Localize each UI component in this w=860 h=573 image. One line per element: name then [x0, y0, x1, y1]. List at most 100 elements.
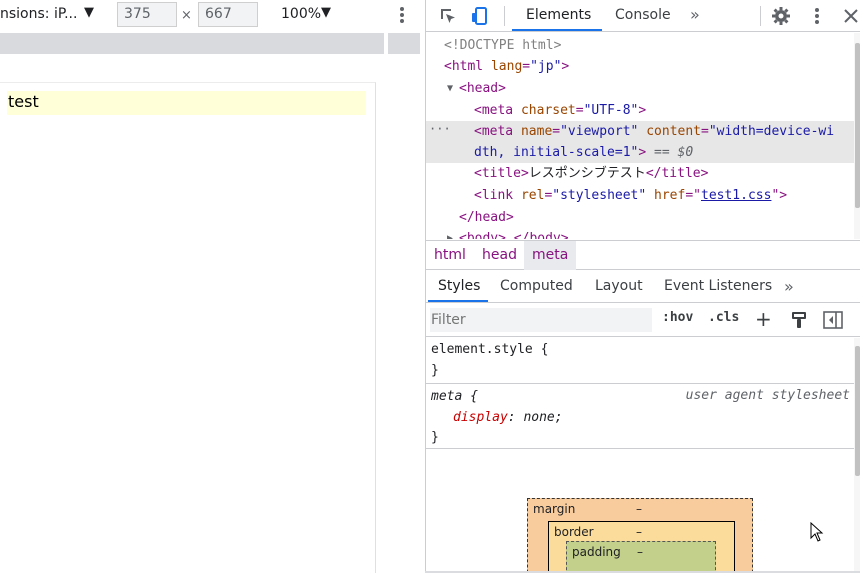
more-options-icon[interactable]	[393, 2, 411, 28]
stylesheet-link[interactable]: test1.css	[701, 188, 771, 203]
class-toggle-button[interactable]: .cls	[708, 310, 739, 325]
ellipsis-icon[interactable]: ···	[429, 119, 451, 140]
padding-value[interactable]: –	[637, 545, 643, 559]
tab-layout[interactable]: Layout	[595, 271, 643, 302]
dom-node-meta-charset[interactable]: <meta charset="UTF-8">	[426, 100, 856, 121]
tag-text: >	[638, 145, 647, 160]
css-property-name[interactable]: display	[453, 410, 508, 425]
attr-name: rel	[520, 188, 545, 203]
zoom-select[interactable]: 100%	[281, 6, 321, 22]
devtools-toolbar: Elements Console »	[426, 0, 860, 32]
dom-node-body[interactable]: ▶ <body> </body>	[426, 228, 856, 239]
attr-value: dth, initial-scale=1"	[474, 145, 639, 160]
breadcrumb-meta[interactable]: meta	[524, 241, 577, 270]
device-dropdown-icon[interactable]: ▼	[84, 5, 94, 20]
tag-text: <meta	[474, 124, 514, 139]
dom-node-link[interactable]: <link rel="stylesheet" href="test1.css">	[426, 185, 856, 206]
tab-styles[interactable]: Styles	[438, 271, 480, 302]
dom-tree[interactable]: <!DOCTYPE html> <html lang="jp"> ▼ <head…	[426, 33, 856, 239]
breadcrumb: html head meta	[426, 240, 860, 270]
gear-icon[interactable]	[769, 4, 793, 28]
dom-node-head-close[interactable]: </head>	[426, 207, 856, 228]
devtools-panel: Elements Console » <!DOCTYPE html> <html…	[425, 0, 860, 573]
css-property-value[interactable]: none;	[523, 410, 562, 425]
css-declaration[interactable]: display: none;	[453, 407, 563, 428]
device-select[interactable]: nsions: iP...	[0, 6, 77, 22]
box-model-margin[interactable]: margin – border – padding –	[527, 498, 753, 573]
page-text: test	[8, 92, 39, 111]
selected-marker: == $0	[654, 145, 694, 160]
tag-text: </body>	[513, 231, 569, 239]
tag-text: </title>	[645, 166, 709, 181]
more-tabs-icon[interactable]: »	[690, 0, 700, 32]
border-value[interactable]: –	[636, 525, 642, 539]
rule-selector[interactable]: meta {	[431, 386, 478, 407]
dom-scrollbar[interactable]	[854, 33, 860, 239]
inspect-element-icon[interactable]	[436, 4, 460, 28]
dom-scrollbar-thumb[interactable]	[855, 43, 860, 208]
paint-brush-icon[interactable]	[790, 310, 808, 330]
media-query-ruler-side[interactable]	[388, 33, 420, 54]
dom-node-html[interactable]: <html lang="jp">	[426, 56, 856, 77]
tag-text: <html	[444, 59, 484, 74]
media-query-bar	[0, 33, 425, 54]
attr-name: name	[520, 124, 553, 139]
width-input[interactable]: 375	[117, 2, 177, 27]
attr-name: charset	[520, 103, 576, 118]
rule-close-brace: }	[431, 430, 439, 445]
mouse-cursor-icon	[810, 521, 824, 542]
attr-name: lang	[490, 59, 523, 74]
emulated-page-area: nsions: iP... ▼ 375 × 667 100% ▼ test	[0, 0, 425, 573]
rule-selector[interactable]: element.style {	[431, 339, 548, 360]
height-input[interactable]: 667	[198, 2, 258, 27]
margin-value[interactable]: –	[636, 502, 642, 516]
styles-scrollbar-thumb[interactable]	[855, 346, 860, 476]
customize-menu-icon[interactable]	[805, 4, 829, 28]
border-label: border	[554, 525, 594, 539]
styles-filter-input[interactable]	[430, 308, 652, 332]
dom-node-title[interactable]: <title>レスポンシブテスト</title>	[426, 163, 856, 184]
padding-label: padding	[572, 545, 621, 559]
expand-triangle-icon[interactable]: ▼	[447, 78, 453, 99]
dom-node-meta-viewport-cont[interactable]: dth, initial-scale=1"> == $0	[426, 142, 856, 163]
styles-tabbar: Styles Computed Layout Event Listeners »	[426, 271, 860, 303]
attr-value: "viewport"	[560, 124, 639, 139]
collapse-triangle-icon[interactable]: ▶	[447, 228, 453, 239]
tag-text: <title>	[474, 166, 529, 181]
rule-source: user agent stylesheet	[685, 388, 850, 403]
media-query-ruler[interactable]	[0, 33, 384, 54]
tab-event-listeners[interactable]: Event Listeners	[664, 271, 772, 302]
box-model-padding[interactable]: padding –	[566, 541, 716, 573]
dom-node-doctype[interactable]: <!DOCTYPE html>	[426, 35, 856, 56]
active-tab-indicator	[512, 29, 602, 31]
hover-state-button[interactable]: :hov	[662, 310, 693, 325]
add-rule-icon[interactable]: +	[755, 307, 772, 331]
styles-scrollbar[interactable]	[854, 338, 860, 573]
tag-text: </head>	[459, 210, 514, 225]
tab-console[interactable]: Console	[615, 0, 671, 32]
tag-text: <meta	[474, 103, 514, 118]
more-tabs-icon[interactable]: »	[784, 271, 794, 302]
rule-meta[interactable]: meta { user agent stylesheet display: no…	[426, 385, 854, 449]
close-icon[interactable]	[839, 4, 860, 28]
device-toggle-icon[interactable]	[468, 4, 492, 28]
rule-close-brace: }	[431, 363, 439, 378]
box-model-border[interactable]: border – padding –	[548, 521, 735, 573]
toolbar-separator	[504, 6, 505, 26]
toggle-sidebar-icon[interactable]	[823, 311, 843, 329]
tag-text: <link	[474, 188, 514, 203]
margin-label: margin	[533, 502, 576, 516]
dom-node-meta-viewport[interactable]: ··· <meta name="viewport" content="width…	[426, 121, 856, 142]
breadcrumb-head[interactable]: head	[474, 241, 525, 270]
attr-value: "stylesheet"	[552, 188, 647, 203]
rule-element-style[interactable]: element.style { }	[426, 338, 854, 384]
styles-toolbar: :hov .cls +	[426, 304, 860, 337]
attr-value: "width=device-wi	[708, 124, 835, 139]
zoom-dropdown-icon[interactable]: ▼	[321, 5, 331, 20]
tab-computed[interactable]: Computed	[500, 271, 573, 302]
title-text: レスポンシブテスト	[528, 166, 646, 181]
breadcrumb-html[interactable]: html	[426, 241, 474, 270]
tab-elements[interactable]: Elements	[526, 0, 591, 32]
dom-node-head[interactable]: ▼ <head>	[426, 78, 856, 99]
toolbar-separator	[760, 6, 761, 26]
